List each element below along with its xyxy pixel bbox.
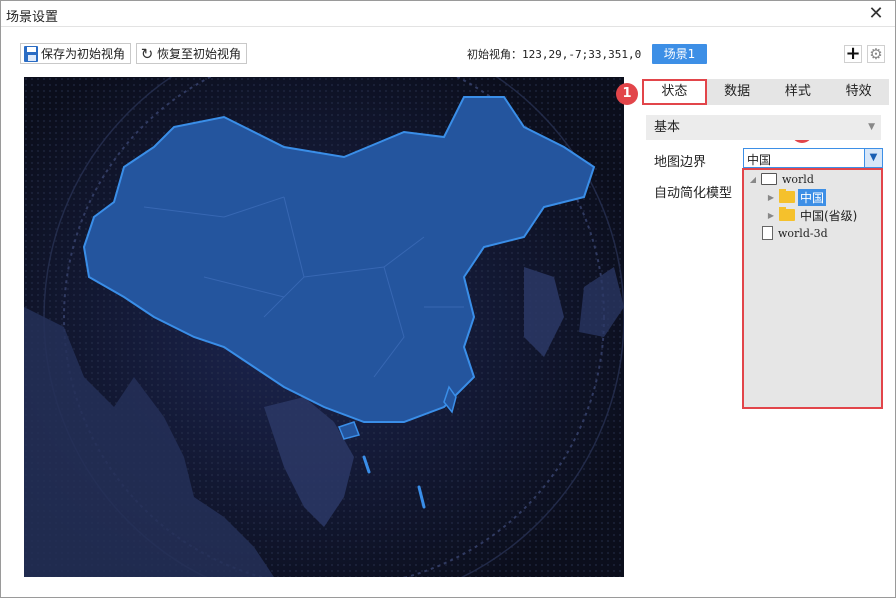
property-tabs: 状态 数据 样式 特效 xyxy=(642,79,889,105)
tab-style[interactable]: 样式 xyxy=(768,79,829,105)
restore-initial-view-button[interactable]: ↻ 恢复至初始视角 xyxy=(136,43,247,64)
tree-item-china-provincial[interactable]: ▶ 中国(省级) xyxy=(766,206,859,224)
map-border-dropdown: ◢ world ▶ 中国 ▶ 中国(省级) world-3d xyxy=(742,168,883,409)
folder-open-icon xyxy=(761,173,777,185)
expanded-arrow-icon[interactable]: ◢ xyxy=(748,175,758,184)
initial-view-readout: 初始视角：123,29,-7;33,351,0 xyxy=(467,48,642,61)
map-border-select[interactable]: 中国 ▼ xyxy=(743,148,883,168)
tab-status[interactable]: 状态 xyxy=(642,79,707,105)
file-icon xyxy=(762,226,773,240)
tree-item-world[interactable]: ◢ world xyxy=(748,170,816,188)
scene-tab-1[interactable]: 场景1 xyxy=(652,44,707,64)
tab-effects[interactable]: 特效 xyxy=(828,79,889,105)
tree-label-world-3d: world-3d xyxy=(778,226,828,240)
map-viewport[interactable] xyxy=(24,77,624,577)
folder-icon xyxy=(779,189,795,203)
chevron-down-icon[interactable]: ▼ xyxy=(864,149,882,167)
tree-item-world-3d[interactable]: world-3d xyxy=(760,224,830,242)
auto-simplify-label: 自动简化模型 xyxy=(654,186,733,201)
scene-settings-dialog: 场景设置 ✕ 保存为初始视角 ↻ 恢复至初始视角 初始视角：123,29,-7;… xyxy=(0,0,896,598)
collapsed-arrow-icon[interactable]: ▶ xyxy=(766,211,776,220)
tree-label-china-provincial: 中国(省级) xyxy=(800,208,858,223)
map-border-label: 地图边界 xyxy=(654,155,707,170)
collapsed-arrow-icon[interactable]: ▶ xyxy=(766,193,776,202)
add-scene-button[interactable]: + xyxy=(844,45,862,63)
tree-item-china[interactable]: ▶ 中国 xyxy=(766,188,827,206)
title-bar: 场景设置 ✕ xyxy=(1,1,895,27)
tree-label-china: 中国 xyxy=(798,188,827,206)
chevron-down-icon: ▼ xyxy=(868,122,875,132)
section-basic-title: 基本 xyxy=(654,120,681,135)
tree-label-world: world xyxy=(782,172,814,186)
save-icon xyxy=(24,45,38,62)
save-initial-view-label: 保存为初始视角 xyxy=(40,47,125,61)
dialog-title: 场景设置 xyxy=(6,10,59,25)
refresh-icon: ↻ xyxy=(140,44,154,63)
gear-icon[interactable]: ⚙ xyxy=(867,45,885,63)
annotation-badge-1: 1 xyxy=(616,83,638,105)
map-border-value: 中国 xyxy=(747,153,772,167)
close-button[interactable]: ✕ xyxy=(865,3,887,25)
restore-initial-view-label: 恢复至初始视角 xyxy=(156,47,241,61)
save-initial-view-button[interactable]: 保存为初始视角 xyxy=(20,43,131,64)
china-map-graphic xyxy=(24,77,624,577)
folder-icon xyxy=(779,207,795,221)
section-basic-header[interactable]: 基本 ▼ xyxy=(646,115,881,140)
tab-data[interactable]: 数据 xyxy=(707,79,768,105)
